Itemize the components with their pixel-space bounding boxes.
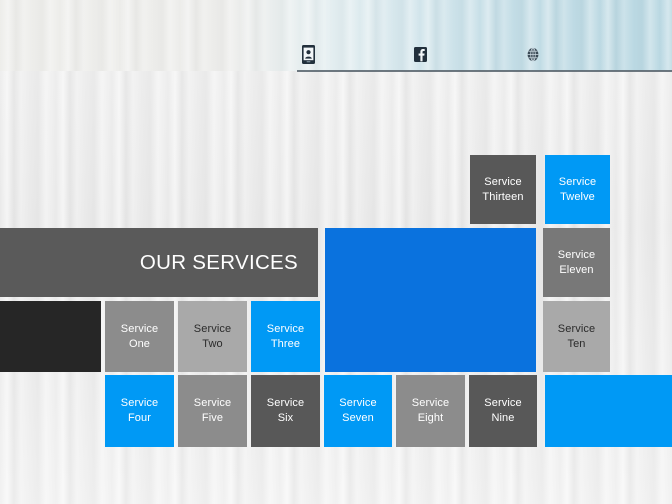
tile-service-seven[interactable]: Service Seven (324, 375, 392, 447)
tile-service-ten[interactable]: Service Ten (543, 301, 610, 372)
tile-service-four[interactable]: Service Four (105, 375, 174, 447)
social-icon-bar (0, 44, 672, 66)
tile-label: Service Nine (484, 397, 522, 424)
tile-label: Service Five (193, 397, 232, 424)
tile-service-five[interactable]: Service Five (178, 375, 247, 447)
tile-service-twelve[interactable]: Service Twelve (545, 155, 610, 224)
tile-label: Service Eleven (557, 248, 596, 276)
tile-label: Service Eight (411, 397, 450, 424)
tile-service-eleven[interactable]: Service Eleven (543, 228, 610, 297)
tile-label: Service Seven (339, 397, 377, 424)
header-divider-rule (297, 70, 672, 72)
tile-service-nine[interactable]: Service Nine (469, 375, 537, 447)
tile-label: Service Ten (557, 322, 596, 350)
mobile-phone-icon[interactable] (301, 44, 316, 64)
facebook-icon[interactable] (413, 44, 428, 64)
page-root: Service Thirteen Service Twelve OUR SERVIC… (0, 0, 672, 504)
tile-label: OUR SERVICES (139, 250, 298, 274)
tile-dark-block[interactable] (0, 301, 101, 372)
tile-label: Service Four (120, 397, 159, 424)
tile-service-two[interactable]: Service Two (178, 301, 247, 372)
tile-feature-blue-large[interactable] (325, 228, 536, 372)
tile-label: Service Six (266, 397, 305, 424)
tile-service-eight[interactable]: Service Eight (396, 375, 465, 447)
tile-service-one[interactable]: Service One (105, 301, 174, 372)
globe-icon[interactable] (525, 44, 540, 64)
tile-label: Service Two (193, 322, 232, 350)
tile-service-three[interactable]: Service Three (251, 301, 320, 372)
tile-blue-wide[interactable] (545, 375, 672, 447)
tile-label: Service Three (266, 322, 305, 350)
tile-our-services-banner[interactable]: OUR SERVICES (0, 228, 318, 297)
tile-label: Service One (120, 322, 159, 350)
tile-label: Service Thirteen (482, 175, 524, 203)
tile-service-six[interactable]: Service Six (251, 375, 320, 447)
tile-service-thirteen[interactable]: Service Thirteen (470, 155, 536, 224)
tile-label: Service Twelve (558, 175, 597, 203)
